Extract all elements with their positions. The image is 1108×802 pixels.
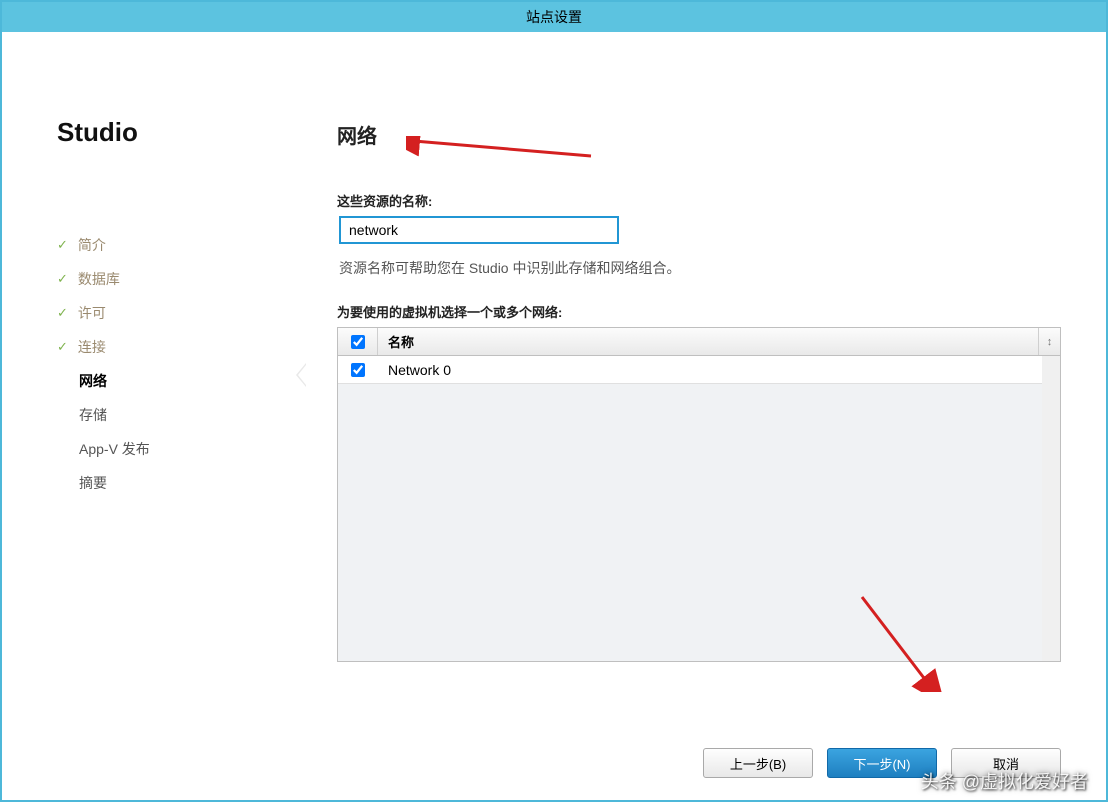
step-storage[interactable]: 存储	[57, 398, 302, 432]
step-label: 存储	[79, 405, 107, 425]
next-button[interactable]: 下一步(N)	[827, 748, 937, 778]
step-network[interactable]: 网络	[57, 364, 302, 398]
step-label: App-V 发布	[79, 439, 150, 459]
row-check-cell	[338, 356, 378, 383]
select-all-column	[338, 328, 378, 355]
network-select-label: 为要使用的虚拟机选择一个或多个网络:	[337, 302, 1061, 321]
page-heading: 网络	[337, 120, 1061, 149]
row-checkbox[interactable]	[351, 363, 365, 377]
table-header-row: 名称 ↕	[338, 328, 1060, 356]
check-icon: ✓	[57, 339, 68, 355]
name-field-label: 这些资源的名称:	[337, 191, 1061, 210]
vertical-scrollbar[interactable]	[1042, 356, 1060, 661]
step-summary[interactable]: 摘要	[57, 466, 302, 500]
brand-title: Studio	[57, 117, 302, 148]
step-database[interactable]: ✓ 数据库	[57, 262, 302, 296]
scroll-indicator-icon: ↕	[1038, 328, 1060, 355]
step-label: 数据库	[78, 269, 120, 289]
wizard-steps: ✓ 简介 ✓ 数据库 ✓ 许可 ✓ 连接 网络	[57, 228, 302, 500]
helper-text: 资源名称可帮助您在 Studio 中识别此存储和网络组合。	[339, 258, 1061, 278]
step-appv[interactable]: App-V 发布	[57, 432, 302, 466]
select-all-checkbox[interactable]	[351, 335, 365, 349]
step-label: 连接	[78, 337, 106, 357]
step-label: 网络	[79, 371, 107, 391]
resource-name-input[interactable]	[339, 216, 619, 244]
wizard-buttons: 上一步(B) 下一步(N) 取消	[703, 748, 1061, 778]
content-area: Studio ✓ 简介 ✓ 数据库 ✓ 许可 ✓ 连接	[2, 32, 1106, 800]
step-label: 摘要	[79, 473, 107, 493]
back-button[interactable]: 上一步(B)	[703, 748, 813, 778]
dialog-window: 站点设置 Studio ✓ 简介 ✓ 数据库 ✓ 许可 ✓	[0, 0, 1108, 802]
name-column-header[interactable]: 名称	[378, 328, 1038, 355]
table-body: Network 0	[338, 356, 1060, 661]
step-intro[interactable]: ✓ 简介	[57, 228, 302, 262]
network-table: 名称 ↕ Network 0	[337, 327, 1061, 662]
window-title: 站点设置	[526, 7, 582, 27]
check-icon: ✓	[57, 237, 68, 253]
main-panel: 网络 这些资源的名称: 资源名称可帮助您在 Studio 中识别此存储和网络组合…	[302, 32, 1106, 800]
sidebar: Studio ✓ 简介 ✓ 数据库 ✓ 许可 ✓ 连接	[2, 32, 302, 800]
step-connection[interactable]: ✓ 连接	[57, 330, 302, 364]
check-icon: ✓	[57, 305, 68, 321]
step-license[interactable]: ✓ 许可	[57, 296, 302, 330]
cancel-button[interactable]: 取消	[951, 748, 1061, 778]
check-icon: ✓	[57, 271, 68, 287]
window-titlebar: 站点设置	[2, 2, 1106, 32]
table-row[interactable]: Network 0	[338, 356, 1060, 384]
step-label: 简介	[78, 235, 106, 255]
step-label: 许可	[78, 303, 106, 323]
row-name-cell: Network 0	[378, 362, 1060, 378]
